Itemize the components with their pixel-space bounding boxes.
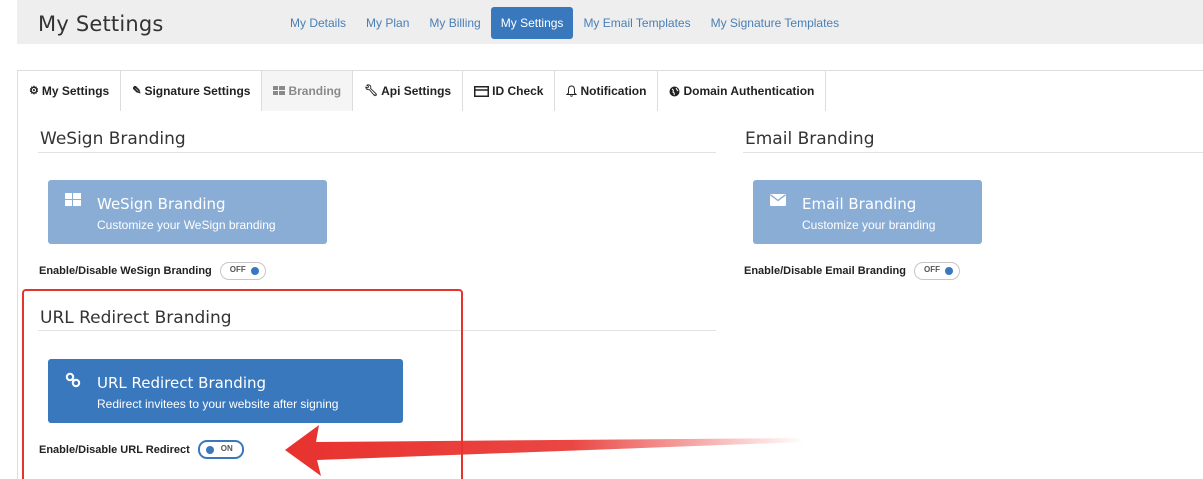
tab-id-check[interactable]: ID Check [463, 71, 556, 111]
grid-icon [273, 71, 286, 111]
nav-my-email-templates[interactable]: My Email Templates [573, 7, 700, 39]
redirect-toggle-row: Enable/Disable URL Redirect ON [39, 440, 244, 459]
wesign-toggle-label: Enable/Disable WeSign Branding [39, 265, 212, 277]
redirect-toggle-label: Enable/Disable URL Redirect [39, 443, 190, 456]
nav-my-plan[interactable]: My Plan [356, 7, 419, 39]
tab-api-settings[interactable]: 🔧︎ Api Settings [353, 71, 464, 111]
tab-label: Signature Settings [144, 84, 251, 98]
nav-my-details[interactable]: My Details [280, 7, 356, 39]
id-card-icon [474, 71, 490, 111]
toggle-knob [205, 445, 214, 454]
tab-label: Notification [580, 84, 647, 98]
globe-icon [669, 71, 680, 111]
toggle-state-text: OFF [229, 265, 246, 274]
gear-icon: ⚙ [29, 85, 39, 97]
card-subtitle: Redirect invitees to your website after … [97, 397, 339, 411]
toggle-knob [250, 267, 259, 275]
wesign-branding-button[interactable]: WeSign Branding Customize your WeSign br… [48, 180, 327, 244]
tab-notification[interactable]: Notification [555, 71, 659, 111]
redirect-section-title: URL Redirect Branding [40, 308, 232, 328]
link-icon [65, 372, 81, 388]
email-toggle-label: Enable/Disable Email Branding [744, 265, 906, 277]
redirect-section-divider [38, 330, 716, 331]
email-section-divider [743, 152, 1203, 153]
card-subtitle: Customize your WeSign branding [97, 218, 276, 232]
toggle-state-text: OFF [924, 265, 940, 274]
tab-label: ID Check [492, 84, 544, 98]
wesign-branding-toggle[interactable]: OFF [219, 262, 266, 280]
tab-label: Api Settings [381, 84, 452, 98]
tab-domain-authentication[interactable]: Domain Authentication [658, 71, 827, 111]
card-title: URL Redirect Branding [97, 374, 267, 392]
tab-label: Branding [288, 84, 342, 98]
settings-tabs: ⚙ My Settings ✎ Signature Settings Brand… [17, 70, 1203, 112]
card-title: WeSign Branding [97, 195, 226, 213]
wesign-toggle-row: Enable/Disable WeSign Branding OFF [39, 262, 266, 280]
top-navigation: My Details My Plan My Billing My Setting… [280, 7, 849, 39]
toggle-state-text: ON [220, 444, 233, 453]
tab-label: Domain Authentication [683, 84, 815, 98]
url-redirect-toggle[interactable]: ON [197, 440, 244, 459]
tab-signature-settings[interactable]: ✎ Signature Settings [121, 71, 263, 111]
tab-label: My Settings [41, 84, 110, 98]
pencil-icon: ✎ [132, 85, 142, 97]
wrench-icon: 🔧︎ [364, 85, 379, 97]
card-title: Email Branding [802, 195, 917, 213]
toggle-knob [945, 267, 953, 275]
page-title: My Settings [38, 12, 164, 36]
email-section-title: Email Branding [745, 129, 875, 149]
nav-my-settings[interactable]: My Settings [490, 7, 574, 39]
email-branding-button[interactable]: Email Branding Customize your branding [753, 180, 982, 244]
url-redirect-branding-button[interactable]: URL Redirect Branding Redirect invitees … [48, 359, 403, 423]
email-branding-toggle[interactable]: OFF [914, 262, 960, 280]
wesign-section-divider [38, 152, 716, 153]
grid-icon [65, 193, 81, 209]
wesign-section-title: WeSign Branding [40, 129, 186, 149]
nav-my-billing[interactable]: My Billing [419, 7, 490, 39]
bell-icon [566, 71, 578, 111]
settings-page: My Settings My Details My Plan My Billin… [0, 0, 1203, 479]
nav-my-signature-templates[interactable]: My Signature Templates [701, 7, 850, 39]
branding-panel [17, 111, 1203, 479]
tab-branding[interactable]: Branding [262, 71, 354, 111]
tab-my-settings[interactable]: ⚙ My Settings [18, 71, 122, 111]
envelope-icon [770, 193, 786, 209]
email-toggle-row: Enable/Disable Email Branding OFF [744, 262, 960, 280]
card-subtitle: Customize your branding [802, 218, 936, 232]
